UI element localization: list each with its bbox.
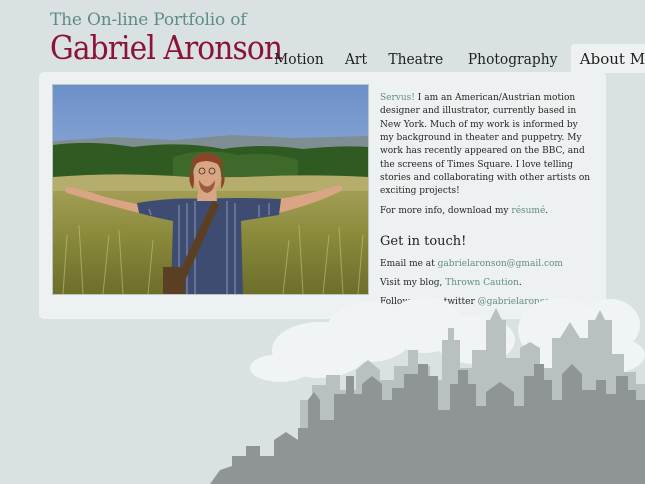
portrait-photo — [52, 84, 369, 295]
bio-text: I am an American/Austrian motion designe… — [380, 93, 591, 197]
resume-line: For more info, download my résumé. — [380, 205, 592, 218]
bio-paragraph: Servus! I am an American/Austrian motion… — [380, 92, 592, 199]
get-in-touch-heading: Get in touch! — [380, 233, 467, 249]
nav-item-photography[interactable]: Photography — [460, 44, 564, 74]
main-nav: Motion Art Theatre Photography About Me — [264, 43, 645, 73]
resume-prefix: For more info, download my — [380, 205, 509, 216]
nav-item-theatre[interactable]: Theatre — [381, 44, 451, 74]
nav-item-art[interactable]: Art — [338, 44, 375, 74]
site-title-name[interactable]: Gabriel Aronson — [50, 30, 283, 66]
resume-suffix: . — [545, 205, 549, 216]
email-link[interactable]: gabrielaronson@gmail.com — [438, 259, 563, 269]
greeting-text: Servus! — [380, 93, 415, 103]
resume-link[interactable]: résumé — [511, 206, 545, 216]
site-tagline: The On-line Portfolio of — [50, 10, 247, 30]
email-line: Email me at gabrielaronson@gmail.com — [380, 258, 592, 271]
nav-item-about-me[interactable]: About Me — [570, 43, 645, 73]
city-skyline-illustration — [210, 297, 645, 484]
nav-item-motion[interactable]: Motion — [267, 44, 331, 74]
email-prefix: Email me at — [380, 258, 435, 269]
skyline-front-layer — [210, 364, 645, 484]
